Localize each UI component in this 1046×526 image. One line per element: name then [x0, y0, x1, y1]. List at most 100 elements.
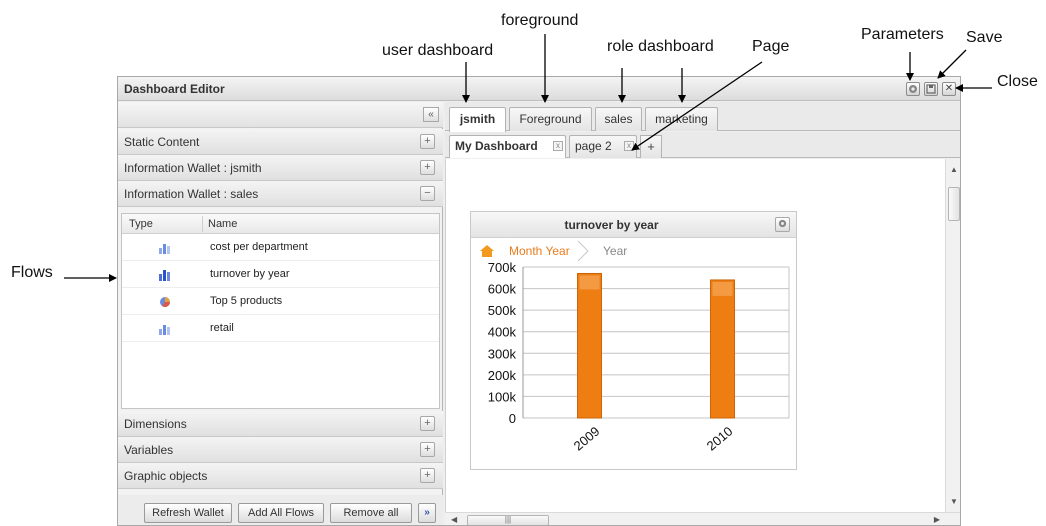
flow-name: retail — [210, 322, 234, 334]
section-static-content[interactable]: Static Content + — [118, 129, 443, 155]
y-tick-label: 400k — [488, 325, 517, 340]
section-wallet-sales[interactable]: Information Wallet : sales − — [118, 181, 443, 207]
gear-icon — [909, 85, 917, 93]
y-tick-label: 0 — [509, 411, 516, 426]
x-tick-label: 2009 — [571, 424, 603, 454]
section-label: Static Content — [124, 135, 200, 149]
window-title: Dashboard Editor — [124, 82, 225, 96]
tab-my-dashboard[interactable]: My Dashboard x — [449, 135, 566, 158]
tab-jsmith[interactable]: jsmith — [449, 107, 506, 132]
grid-header: Type Name — [122, 214, 439, 234]
section-label: Graphic objects — [124, 469, 208, 483]
section-label: Information Wallet : jsmith — [124, 161, 262, 175]
dashboard-canvas: turnover by year Month Year Year 0 100k 20… — [445, 159, 945, 512]
flow-row[interactable]: cost per department — [122, 235, 439, 261]
wallet-flows-grid: Type Name cost per department turnover b… — [121, 213, 440, 409]
close-page-icon[interactable]: x — [624, 141, 634, 151]
collapse-icon[interactable]: − — [420, 186, 435, 201]
parameters-button[interactable] — [906, 82, 920, 96]
page-tabs: My Dashboard x page 2 x + — [445, 132, 960, 158]
dashboard-tabs: jsmith Foreground sales marketing — [445, 102, 960, 132]
bar — [577, 272, 602, 419]
callout-page: Page — [752, 38, 790, 55]
section-label: Variables — [124, 443, 174, 457]
scroll-left-icon[interactable]: ◀ — [451, 515, 457, 524]
refresh-wallet-button[interactable]: Refresh Wallet — [144, 503, 232, 523]
pie-chart-icon — [160, 297, 170, 307]
scroll-up-icon[interactable]: ▲ — [950, 165, 958, 174]
add-all-flows-button[interactable]: Add All Flows — [238, 503, 324, 523]
expand-icon[interactable]: + — [420, 134, 435, 149]
column-divider — [202, 216, 203, 232]
close-button[interactable]: ✕ — [942, 82, 956, 96]
y-tick-label: 200k — [488, 368, 517, 383]
y-tick-label: 300k — [488, 346, 517, 361]
left-panel: « Static Content + Information Wallet : … — [118, 102, 443, 525]
bar-chart-icon — [159, 270, 170, 281]
close-page-icon[interactable]: x — [553, 141, 563, 151]
y-tick-label: 500k — [488, 303, 517, 318]
callout-parameters: Parameters — [861, 26, 944, 43]
expand-icon[interactable]: + — [420, 468, 435, 483]
section-label: Information Wallet : sales — [124, 187, 259, 201]
tab-page-2[interactable]: page 2 x — [569, 135, 637, 158]
callout-foreground: foreground — [501, 12, 579, 29]
section-variables[interactable]: Variables + — [118, 437, 443, 463]
scroll-right-icon[interactable]: ▶ — [934, 515, 940, 524]
horizontal-scrollbar[interactable]: ◀ ||| ▶ — [445, 512, 960, 525]
callout-role-dashboard: role dashboard — [607, 38, 714, 55]
scroll-down-icon[interactable]: ▼ — [950, 497, 958, 506]
section-dimensions[interactable]: Dimensions + — [118, 411, 443, 437]
tab-sales[interactable]: sales — [595, 107, 642, 131]
collapse-panel-button[interactable]: « — [423, 107, 439, 122]
flow-row[interactable]: retail — [122, 316, 439, 342]
expand-icon[interactable]: + — [420, 442, 435, 457]
breadcrumb-year[interactable]: Year — [603, 244, 627, 258]
dashboard-editor-window: Dashboard Editor ✕ « Static Content + In… — [117, 76, 961, 526]
flow-row[interactable]: Top 5 products — [122, 289, 439, 315]
flow-name: turnover by year — [210, 268, 290, 280]
tab-marketing[interactable]: marketing — [645, 107, 718, 131]
remove-all-button[interactable]: Remove all — [330, 503, 412, 523]
y-tick-label: 100k — [488, 389, 517, 404]
window-titlebar: Dashboard Editor ✕ — [118, 77, 960, 101]
bar-chart-icon — [159, 244, 170, 254]
scroll-thumb[interactable]: ||| — [467, 515, 549, 525]
close-icon: ✕ — [944, 83, 954, 94]
flow-row[interactable]: turnover by year — [122, 262, 439, 288]
add-page-button[interactable]: + — [640, 135, 662, 158]
x-tick-label: 2010 — [704, 424, 736, 454]
breadcrumb-month-year[interactable]: Month Year — [509, 244, 570, 258]
callout-save: Save — [966, 29, 1003, 46]
page-tab-label: My Dashboard — [455, 139, 538, 153]
section-graphic-objects[interactable]: Graphic objects + — [118, 463, 443, 489]
y-tick-label: 600k — [488, 282, 517, 297]
home-icon[interactable] — [479, 244, 495, 258]
wallet-toolbar: Refresh Wallet Add All Flows Remove all … — [118, 495, 443, 525]
bar-highlight — [579, 275, 600, 290]
page-tab-label: page 2 — [575, 139, 612, 153]
left-panel-header: « — [118, 102, 443, 128]
column-name[interactable]: Name — [208, 218, 237, 230]
chevron-right-icon — [577, 240, 589, 262]
save-button[interactable] — [924, 82, 938, 96]
y-tick-label: 700k — [488, 260, 517, 275]
widget-settings-button[interactable] — [775, 217, 790, 232]
expand-icon[interactable]: + — [420, 160, 435, 175]
section-wallet-jsmith[interactable]: Information Wallet : jsmith + — [118, 155, 443, 181]
drill-breadcrumb: Month Year Year — [471, 239, 796, 263]
chart-widget[interactable]: turnover by year Month Year Year 0 100k 20… — [470, 211, 797, 470]
callout-flows: Flows — [11, 264, 53, 281]
scroll-thumb[interactable] — [948, 187, 960, 221]
more-button[interactable]: » — [418, 503, 436, 523]
bar — [710, 279, 735, 419]
save-icon — [926, 84, 936, 94]
callout-user-dashboard: user dashboard — [382, 42, 494, 59]
tab-foreground[interactable]: Foreground — [509, 107, 592, 131]
widget-header: turnover by year — [471, 212, 796, 238]
column-type[interactable]: Type — [129, 218, 153, 230]
dashboard-area: jsmith Foreground sales marketing My Das… — [445, 102, 960, 525]
section-label: Dimensions — [124, 417, 187, 431]
expand-icon[interactable]: + — [420, 416, 435, 431]
vertical-scrollbar[interactable]: ▲ ▼ — [945, 159, 960, 512]
